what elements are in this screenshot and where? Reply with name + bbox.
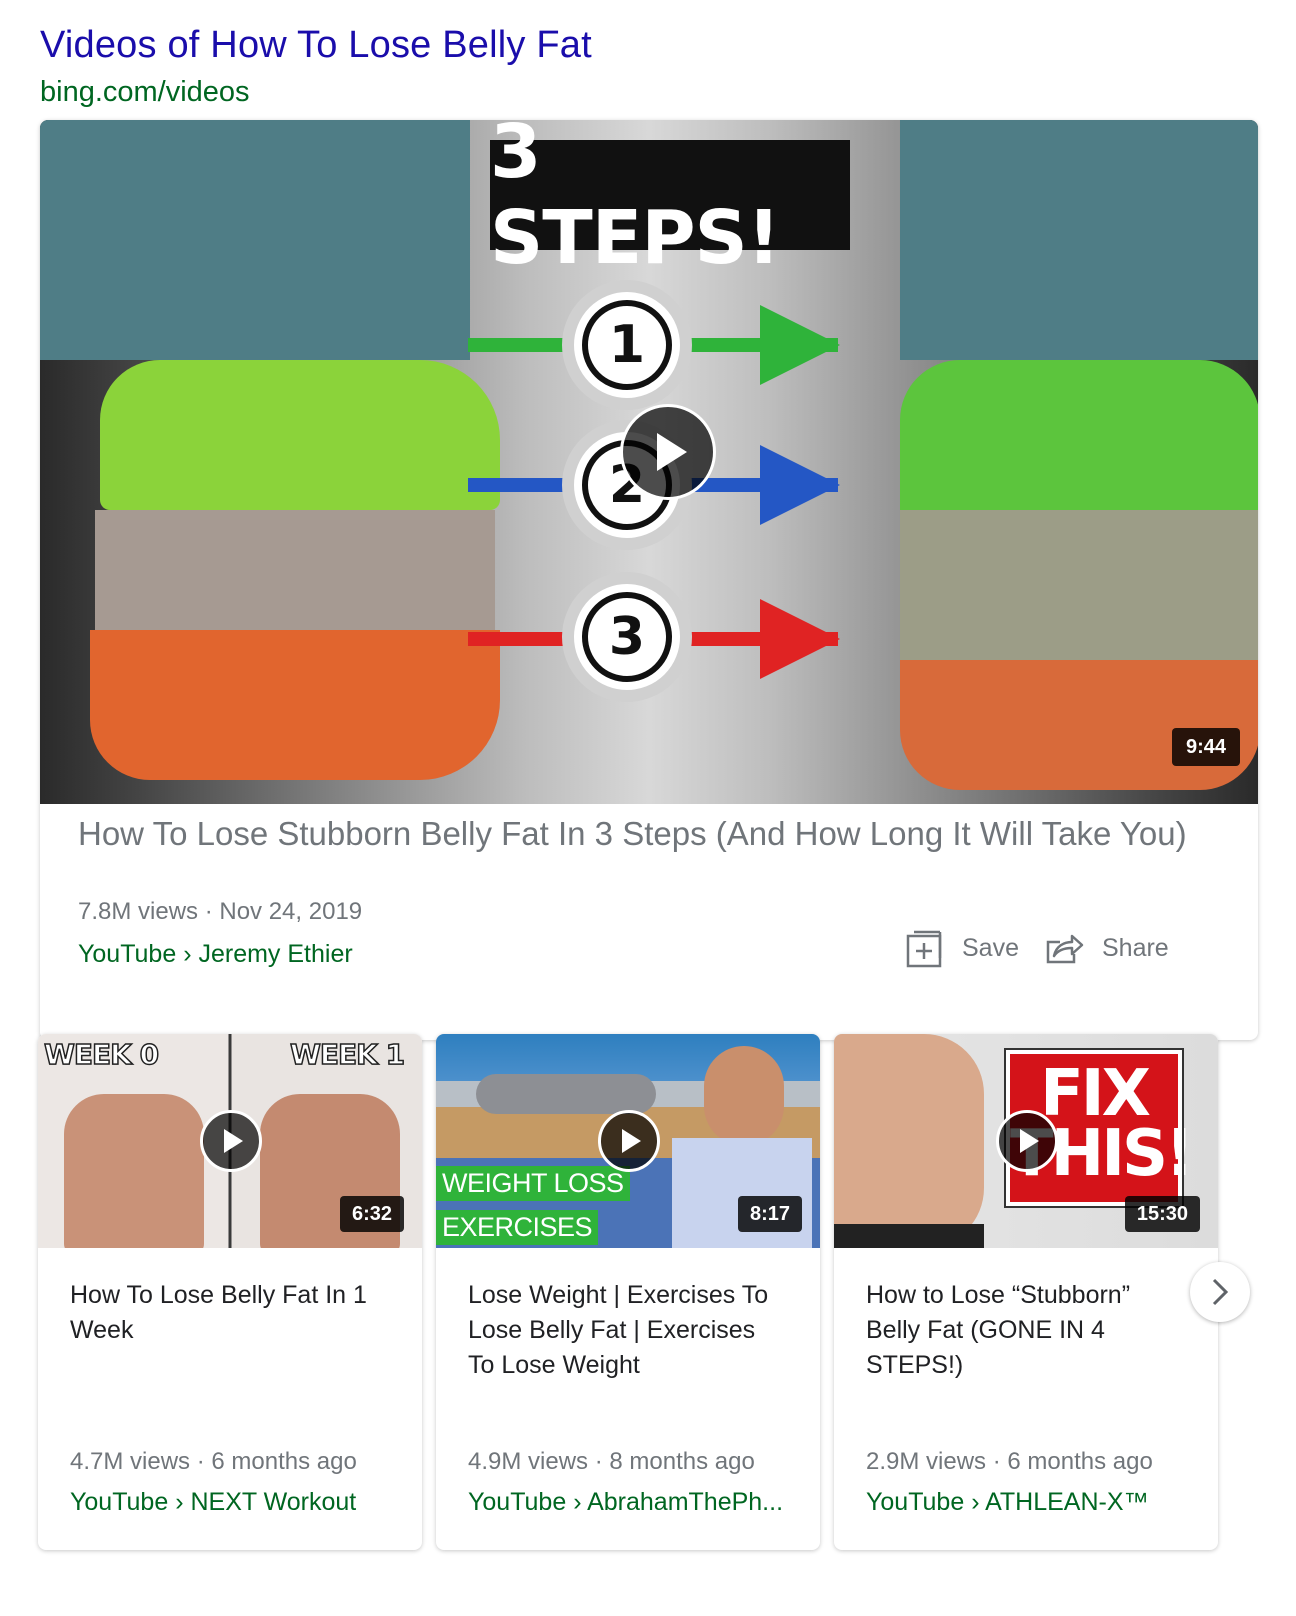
video-channel[interactable]: YouTube › NEXT Workout: [70, 1488, 400, 1517]
video-title[interactable]: Lose Weight | Exercises To Lose Belly Fa…: [468, 1278, 788, 1383]
play-icon[interactable]: [620, 404, 716, 500]
thumbnail-belly-right-middle: [900, 510, 1258, 660]
video-card[interactable]: WEIGHT LOSS EXERCISES 8:17 Lose Weight |…: [436, 1034, 820, 1550]
featured-video-thumbnail[interactable]: 3 STEPS! 1 2 3 9:44: [40, 120, 1258, 804]
chevron-right-icon: [1212, 1278, 1229, 1306]
source-url[interactable]: bing.com/videos: [40, 76, 250, 109]
featured-video-title[interactable]: How To Lose Stubborn Belly Fat In 3 Step…: [78, 812, 1188, 856]
featured-video-card[interactable]: 3 STEPS! 1 2 3 9:44 How To Lose Stubborn…: [40, 120, 1258, 1040]
video-thumbnail[interactable]: WEIGHT LOSS EXERCISES 8:17: [436, 1034, 820, 1248]
thumbnail-belly-left-upper: [100, 360, 500, 510]
step-3-arrow-head: [760, 599, 840, 679]
video-meta: 4.7M views · 6 months ago: [70, 1448, 357, 1475]
thumbnail-shirt-left: [40, 120, 470, 360]
video-title[interactable]: How To Lose Belly Fat In 1 Week: [70, 1278, 390, 1348]
thumbnail-belly-left-middle: [95, 510, 495, 630]
thumbnail-belly-left-lower: [90, 630, 500, 780]
video-thumbnail[interactable]: FIX THIS! 15:30: [834, 1034, 1218, 1248]
video-duration: 6:32: [339, 1196, 404, 1232]
save-button[interactable]: Save: [904, 928, 1019, 968]
carousel-next-button[interactable]: [1190, 1262, 1250, 1322]
video-channel[interactable]: YouTube › ATHLEAN-X™: [866, 1488, 1196, 1517]
thumbnail-label-exercises: EXERCISES: [436, 1210, 599, 1245]
featured-video-channel[interactable]: YouTube › Jeremy Ethier: [78, 940, 353, 969]
play-icon[interactable]: [598, 1110, 660, 1172]
video-title[interactable]: How to Lose “Stubborn” Belly Fat (GONE I…: [866, 1278, 1186, 1383]
thumbnail-belly-right-upper: [900, 360, 1258, 510]
share-button[interactable]: Share: [1044, 928, 1169, 968]
thumbnail-waistband: [834, 1224, 984, 1248]
video-card[interactable]: WEEK 0 WEEK 1 6:32 How To Lose Belly Fat…: [38, 1034, 422, 1550]
video-thumbnail[interactable]: WEEK 0 WEEK 1 6:32: [38, 1034, 422, 1248]
save-label: Save: [962, 933, 1019, 962]
step-2-arrow-head: [760, 445, 840, 525]
play-icon[interactable]: [996, 1110, 1058, 1172]
video-duration: 15:30: [1124, 1196, 1200, 1232]
step-3-badge: 3: [562, 572, 692, 702]
share-icon: [1044, 928, 1084, 968]
step-1-arrow-head: [760, 305, 840, 385]
step-1-badge: 1: [562, 280, 692, 410]
video-duration: 8:17: [737, 1196, 802, 1232]
video-card[interactable]: FIX THIS! 15:30 How to Lose “Stubborn” B…: [834, 1034, 1218, 1550]
save-icon: [904, 928, 944, 968]
share-label: Share: [1102, 933, 1169, 962]
thumbnail-steps-banner: 3 STEPS!: [490, 120, 850, 281]
thumbnail-label-week-0: WEEK 0: [43, 1037, 160, 1072]
thumbnail-plank-figure: [476, 1074, 656, 1114]
play-icon[interactable]: [200, 1110, 262, 1172]
thumbnail-belly-right-lower: [900, 660, 1258, 790]
thumbnail-shirt-right: [900, 120, 1258, 360]
thumbnail-label-weight-loss: WEIGHT LOSS: [436, 1166, 630, 1201]
section-heading[interactable]: Videos of How To Lose Belly Fat: [40, 24, 592, 67]
featured-video-meta: 7.8M views · Nov 24, 2019: [78, 898, 363, 925]
thumbnail-presenter-face: [704, 1046, 784, 1146]
thumbnail-belly-figure: [834, 1034, 984, 1248]
video-channel[interactable]: YouTube › AbrahamThePh...: [468, 1488, 798, 1517]
thumbnail-torso-before: [64, 1094, 204, 1248]
thumbnail-label-week-1: WEEK 1: [289, 1037, 406, 1072]
video-meta: 4.9M views · 8 months ago: [468, 1448, 755, 1475]
video-meta: 2.9M views · 6 months ago: [866, 1448, 1153, 1475]
video-duration: 9:44: [1171, 728, 1240, 766]
